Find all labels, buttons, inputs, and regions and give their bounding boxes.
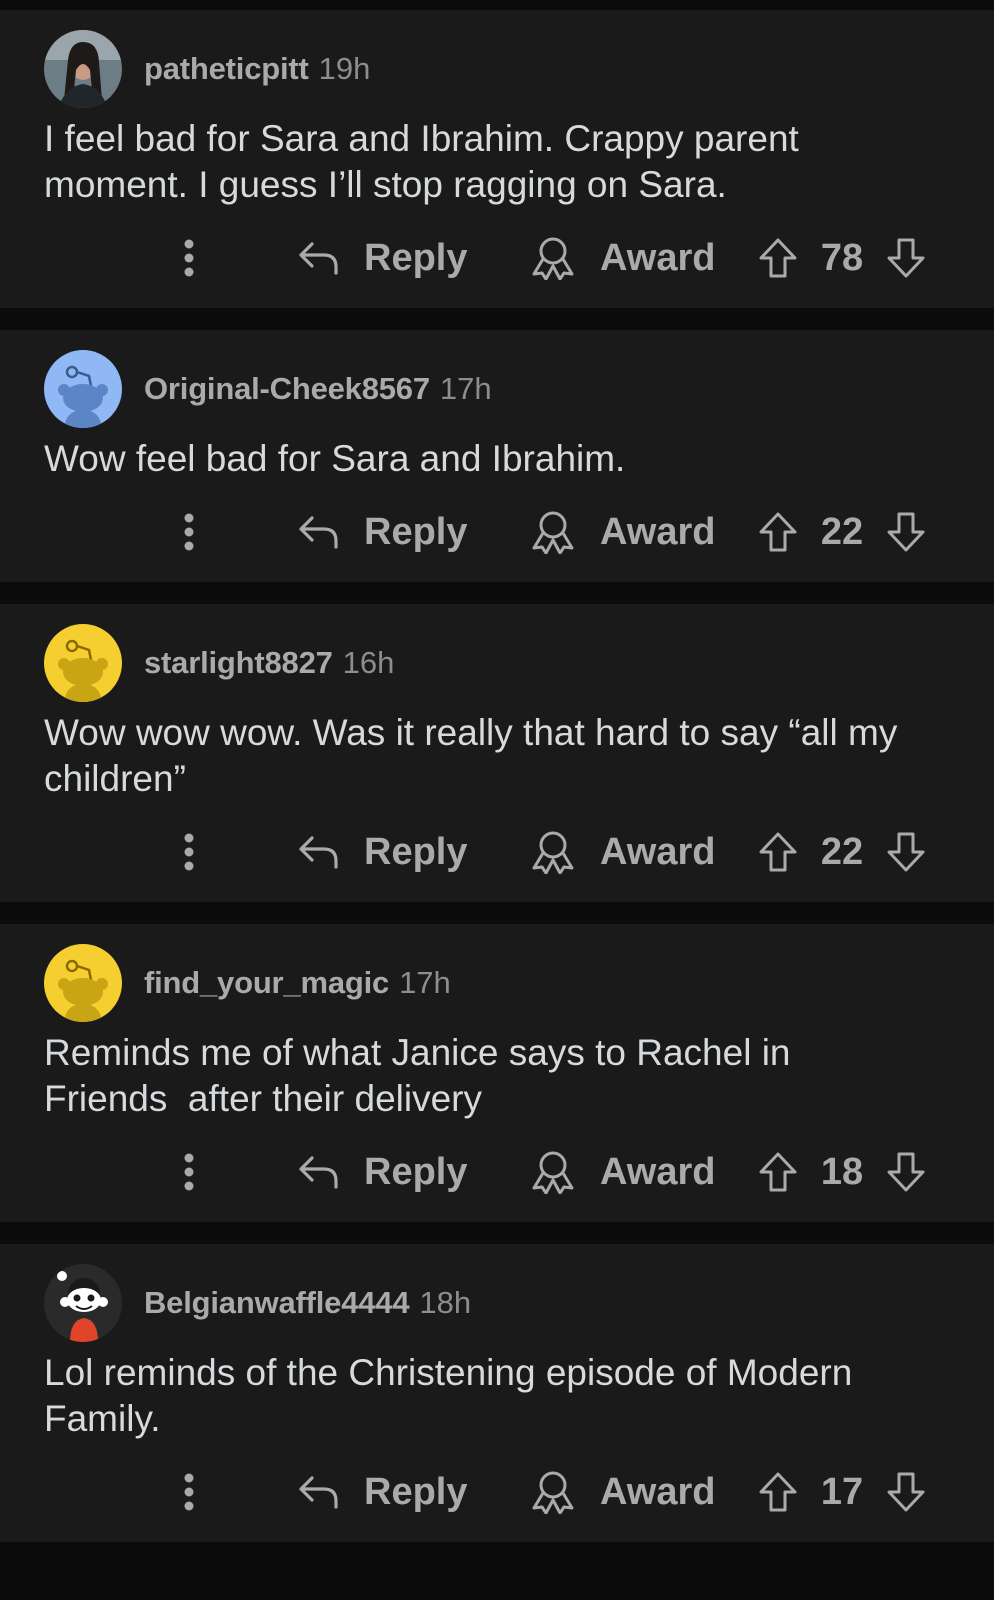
reply-button[interactable]: Reply bbox=[298, 236, 467, 280]
comment-actions: Reply Award 22 bbox=[44, 802, 950, 902]
reply-button[interactable]: Reply bbox=[298, 1150, 467, 1194]
more-options-icon[interactable] bbox=[174, 512, 204, 552]
vote-controls: 22 bbox=[758, 830, 926, 874]
comment-actions: Reply Award 78 bbox=[44, 208, 950, 308]
username[interactable]: Belgianwaffle4444 bbox=[144, 1285, 410, 1321]
more-options-icon[interactable] bbox=[174, 238, 204, 278]
comment-feed: patheticpitt 19h I feel bad for Sara and… bbox=[0, 10, 994, 1542]
comment-card: Belgianwaffle4444 18h Lol reminds of the… bbox=[0, 1244, 994, 1542]
comment-body: Wow wow wow. Was it really that hard to … bbox=[44, 712, 898, 799]
comment-meta: patheticpitt 19h bbox=[44, 10, 950, 108]
downvote-arrow-icon[interactable] bbox=[886, 1471, 926, 1513]
comment-body: Lol reminds of the Christening episode o… bbox=[44, 1352, 853, 1439]
vote-controls: 18 bbox=[758, 1150, 926, 1194]
vote-score: 17 bbox=[820, 1470, 864, 1513]
downvote-arrow-icon[interactable] bbox=[886, 831, 926, 873]
reply-label: Reply bbox=[364, 236, 468, 279]
reply-label: Reply bbox=[364, 1470, 468, 1513]
award-label: Award bbox=[600, 830, 716, 873]
comment-actions: Reply Award 22 bbox=[44, 482, 950, 582]
vote-score: 78 bbox=[820, 236, 864, 279]
award-button[interactable]: Award bbox=[530, 236, 715, 280]
vote-score: 18 bbox=[820, 1150, 864, 1193]
vote-controls: 17 bbox=[758, 1470, 926, 1514]
vote-controls: 22 bbox=[758, 510, 926, 554]
reply-arrow-icon bbox=[298, 834, 340, 870]
vote-score: 22 bbox=[820, 830, 864, 873]
comment-age: 16h bbox=[342, 645, 395, 680]
vote-controls: 78 bbox=[758, 236, 926, 280]
award-label: Award bbox=[600, 236, 716, 279]
upvote-arrow-icon[interactable] bbox=[758, 237, 798, 279]
comment-body: Reminds me of what Janice says to Rachel… bbox=[44, 1032, 791, 1119]
more-options-icon[interactable] bbox=[174, 1152, 204, 1192]
user-avatar[interactable] bbox=[44, 350, 122, 428]
comment-meta: starlight8827 16h bbox=[44, 604, 950, 702]
user-avatar[interactable] bbox=[44, 944, 122, 1022]
award-button[interactable]: Award bbox=[530, 1150, 715, 1194]
username[interactable]: find_your_magic bbox=[144, 965, 389, 1001]
upvote-arrow-icon[interactable] bbox=[758, 511, 798, 553]
comment-age: 18h bbox=[419, 1285, 472, 1320]
more-options-icon[interactable] bbox=[174, 1472, 204, 1512]
reply-arrow-icon bbox=[298, 1474, 340, 1510]
award-button[interactable]: Award bbox=[530, 1470, 715, 1514]
award-ribbon-icon bbox=[530, 236, 576, 280]
award-ribbon-icon bbox=[530, 1470, 576, 1514]
comment-age: 17h bbox=[399, 965, 451, 1000]
comment-actions: Reply Award 18 bbox=[44, 1122, 950, 1222]
user-avatar[interactable] bbox=[44, 30, 122, 108]
vote-score: 22 bbox=[820, 510, 864, 553]
comment-card: patheticpitt 19h I feel bad for Sara and… bbox=[0, 10, 994, 308]
reply-arrow-icon bbox=[298, 240, 340, 276]
reply-arrow-icon bbox=[298, 1154, 340, 1190]
reply-button[interactable]: Reply bbox=[298, 510, 467, 554]
comment-actions: Reply Award 17 bbox=[44, 1442, 950, 1542]
reply-button[interactable]: Reply bbox=[298, 1470, 467, 1514]
award-label: Award bbox=[600, 1470, 716, 1513]
username[interactable]: patheticpitt bbox=[144, 51, 309, 87]
award-ribbon-icon bbox=[530, 1150, 576, 1194]
comment-card: starlight8827 16h Wow wow wow. Was it re… bbox=[0, 604, 994, 902]
upvote-arrow-icon[interactable] bbox=[758, 831, 798, 873]
comment-body: Wow feel bad for Sara and Ibrahim. bbox=[44, 438, 626, 479]
award-ribbon-icon bbox=[530, 830, 576, 874]
upvote-arrow-icon[interactable] bbox=[758, 1471, 798, 1513]
user-avatar[interactable] bbox=[44, 624, 122, 702]
award-label: Award bbox=[600, 1150, 716, 1193]
comment-card: find_your_magic 17h Reminds me of what J… bbox=[0, 924, 994, 1222]
award-button[interactable]: Award bbox=[530, 510, 715, 554]
comment-age: 19h bbox=[318, 51, 371, 86]
username[interactable]: Original-Cheek8567 bbox=[144, 371, 430, 407]
reply-button[interactable]: Reply bbox=[298, 830, 467, 874]
reply-label: Reply bbox=[364, 1150, 468, 1193]
upvote-arrow-icon[interactable] bbox=[758, 1151, 798, 1193]
downvote-arrow-icon[interactable] bbox=[886, 237, 926, 279]
award-button[interactable]: Award bbox=[530, 830, 715, 874]
downvote-arrow-icon[interactable] bbox=[886, 511, 926, 553]
more-options-icon[interactable] bbox=[174, 832, 204, 872]
reply-arrow-icon bbox=[298, 514, 340, 550]
award-ribbon-icon bbox=[530, 510, 576, 554]
comment-meta: find_your_magic 17h bbox=[44, 924, 950, 1022]
user-avatar[interactable] bbox=[44, 1264, 122, 1342]
username[interactable]: starlight8827 bbox=[144, 645, 333, 681]
reply-label: Reply bbox=[364, 830, 468, 873]
comment-meta: Original-Cheek8567 17h bbox=[44, 330, 950, 428]
downvote-arrow-icon[interactable] bbox=[886, 1151, 926, 1193]
award-label: Award bbox=[600, 510, 716, 553]
reply-label: Reply bbox=[364, 510, 468, 553]
comment-card: Original-Cheek8567 17h Wow feel bad for … bbox=[0, 330, 994, 582]
comment-body: I feel bad for Sara and Ibrahim. Crappy … bbox=[44, 118, 799, 205]
comment-meta: Belgianwaffle4444 18h bbox=[44, 1244, 950, 1342]
comment-age: 17h bbox=[439, 371, 492, 406]
